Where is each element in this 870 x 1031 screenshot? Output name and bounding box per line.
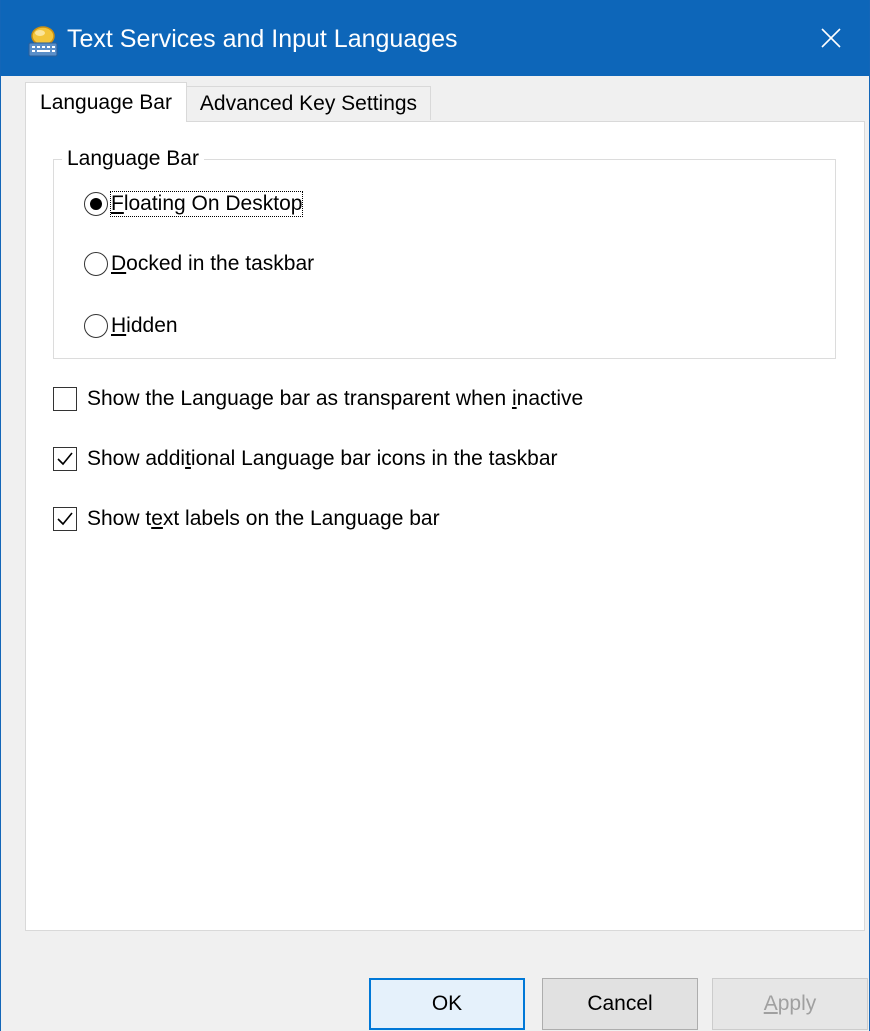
checkbox-box[interactable] <box>53 447 77 471</box>
groupbox-legend: Language Bar <box>62 146 204 172</box>
ok-button[interactable]: OK <box>369 978 525 1030</box>
radio-docked-in-taskbar[interactable]: Docked in the taskbar <box>84 247 314 281</box>
tab-panel-language-bar: Language Bar Floating On Desktop Docked … <box>25 121 865 931</box>
checkbox-transparent-when-inactive[interactable]: Show the Language bar as transparent whe… <box>53 382 583 416</box>
tab-language-bar[interactable]: Language Bar <box>25 82 187 122</box>
close-button[interactable] <box>793 0 869 76</box>
radio-hidden[interactable]: Hidden <box>84 309 178 343</box>
checkbox-label-additional-icons: Show additional Language bar icons in th… <box>87 447 558 470</box>
radio-label-hidden: Hidden <box>111 314 178 337</box>
checkbox-label-text-labels: Show text labels on the Language bar <box>87 507 440 530</box>
checkbox-label-transparent: Show the Language bar as transparent whe… <box>87 387 584 410</box>
tab-advanced-key-settings[interactable]: Advanced Key Settings <box>187 86 431 120</box>
apply-button[interactable]: Apply <box>712 978 868 1030</box>
checkbox-box[interactable] <box>53 387 77 411</box>
radio-floating-on-desktop[interactable]: Floating On Desktop <box>84 187 304 221</box>
checkbox-box[interactable] <box>53 507 77 531</box>
close-icon <box>821 28 841 48</box>
checkmark-icon <box>57 452 73 466</box>
checkmark-icon <box>57 512 73 526</box>
cancel-button[interactable]: Cancel <box>542 978 698 1030</box>
window-title: Text Services and Input Languages <box>67 25 458 53</box>
radio-label-floating: Floating On Desktop <box>109 191 304 217</box>
radio-button-circle[interactable] <box>84 314 108 338</box>
checkbox-additional-icons[interactable]: Show additional Language bar icons in th… <box>53 442 558 476</box>
radio-label-docked: Docked in the taskbar <box>111 252 315 275</box>
language-bar-groupbox: Language Bar Floating On Desktop Docked … <box>53 146 836 359</box>
checkbox-text-labels[interactable]: Show text labels on the Language bar <box>53 502 440 536</box>
keyboard-icon <box>28 26 58 57</box>
radio-button-circle[interactable] <box>84 192 108 216</box>
radio-button-circle[interactable] <box>84 252 108 276</box>
title-bar[interactable]: Text Services and Input Languages <box>1 0 869 76</box>
dialog-window: Text Services and Input Languages Langua… <box>0 0 870 1031</box>
radio-selected-dot <box>90 198 102 210</box>
